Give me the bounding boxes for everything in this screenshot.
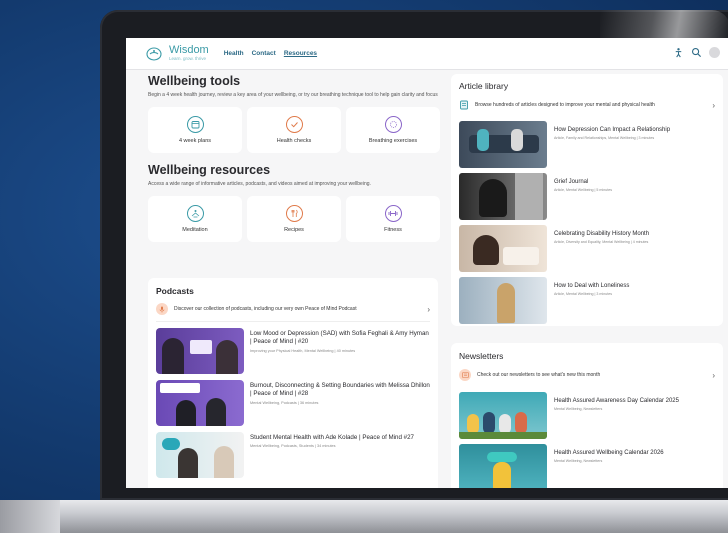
fitness-icon xyxy=(384,204,402,222)
article-library-intro-row[interactable]: Browse hundreds of articles designed to … xyxy=(459,100,715,116)
laptop-base xyxy=(0,500,728,533)
check-icon xyxy=(285,115,303,133)
logo-name: Wisdom xyxy=(169,44,209,57)
nav-resources[interactable]: Resources xyxy=(284,50,317,57)
newsletters-panel: Newsletters Check out our newsletters to… xyxy=(451,343,723,488)
newsletters-title: Newsletters xyxy=(459,351,504,361)
tile-label: 4 week plans xyxy=(178,137,212,144)
podcasts-intro-row[interactable]: Discover our collection of podcasts, inc… xyxy=(156,303,430,322)
tile-health-checks[interactable]: Health checks xyxy=(247,106,341,153)
podcast-item[interactable]: Low Mood or Depression (SAD) with Sofia … xyxy=(156,328,430,374)
meditation-icon xyxy=(186,204,204,222)
article-title: Celebrating Disability History Month xyxy=(554,231,650,237)
podcast-title: Student Mental Health with Ade Kolade | … xyxy=(250,434,414,441)
article-meta: Article, Mental Wellbeing | 5 minutes xyxy=(554,188,612,192)
tile-label: Recipes xyxy=(284,226,304,233)
article-thumbnail xyxy=(459,225,547,272)
newsletter-item[interactable]: Health Assured Awareness Day Calendar 20… xyxy=(459,392,715,439)
podcast-meta: Mental Wellbeing, Podcasts, Students | 3… xyxy=(250,444,336,449)
main-nav: Health Contact Resources xyxy=(224,50,317,57)
accessibility-icon[interactable] xyxy=(673,47,684,58)
chevron-right-icon[interactable]: › xyxy=(427,305,430,314)
wellbeing-resources-title: Wellbeing resources xyxy=(148,162,271,177)
article-library-panel: Article library Browse hundreds of artic… xyxy=(451,74,723,326)
wellbeing-tools-description: Begin a 4 week health journey, review a … xyxy=(148,92,438,98)
nav-health[interactable]: Health xyxy=(224,50,244,57)
newsletters-intro-row[interactable]: Check out our newsletters to see what's … xyxy=(459,369,715,387)
podcasts-intro: Discover our collection of podcasts, inc… xyxy=(174,306,357,312)
article-item[interactable]: How Depression Can Impact a Relationship… xyxy=(459,121,715,168)
article-thumbnail xyxy=(459,277,547,324)
top-bar: Wisdom Learn. grow. thrive Health Contac… xyxy=(126,38,728,70)
nav-contact[interactable]: Contact xyxy=(252,50,276,57)
article-item[interactable]: How to Deal with Loneliness Article, Men… xyxy=(459,277,715,324)
podcast-thumbnail xyxy=(156,432,244,478)
article-library-intro: Browse hundreds of articles designed to … xyxy=(475,102,655,108)
top-icons xyxy=(673,47,720,58)
screen-glare xyxy=(600,10,728,40)
article-meta: Article, Mental Wellbeing | 3 minutes xyxy=(554,292,612,296)
newsletter-title: Health Assured Wellbeing Calendar 2026 xyxy=(554,450,664,456)
article-meta: Article, Diversity and Equality, Mental … xyxy=(554,240,649,244)
podcasts-panel: Podcasts Discover our collection of podc… xyxy=(148,278,438,488)
article-library-title: Article library xyxy=(459,81,509,91)
wellbeing-resources-description: Access a wide range of informative artic… xyxy=(148,180,371,187)
podcast-item[interactable]: Burnout, Disconnecting & Setting Boundar… xyxy=(156,380,430,426)
podcast-meta: Improving your Physical Health, Mental W… xyxy=(250,348,356,353)
tile-meditation[interactable]: Meditation xyxy=(148,195,242,242)
tile-fitness[interactable]: Fitness xyxy=(346,195,440,242)
recipes-icon xyxy=(285,204,303,222)
wellbeing-tools-title: Wellbeing tools xyxy=(148,74,241,88)
newsletter-meta: Mental Wellbeing, Newsletters xyxy=(554,459,603,463)
podcast-thumbnail xyxy=(156,380,244,426)
wisdom-logo-icon xyxy=(146,46,162,61)
newsletter-icon xyxy=(459,369,471,381)
podcast-title: Burnout, Disconnecting & Setting Boundar… xyxy=(250,382,430,398)
logo-tagline: Learn. grow. thrive xyxy=(169,56,207,62)
app-screen: Wisdom Learn. grow. thrive Health Contac… xyxy=(126,38,728,488)
newsletters-intro: Check out our newsletters to see what's … xyxy=(477,372,601,378)
article-title: How to Deal with Loneliness xyxy=(554,283,630,289)
calendar-icon xyxy=(186,115,204,133)
podcast-icon xyxy=(156,303,168,315)
podcast-meta: Mental Wellbeing, Podcasts | 36 minutes xyxy=(250,400,319,405)
left-column: Wellbeing tools Begin a 4 week health jo… xyxy=(148,74,448,242)
tile-breathing-exercises[interactable]: Breathing exercises xyxy=(346,106,440,153)
tile-label: Health checks xyxy=(276,137,312,144)
article-item[interactable]: Grief Journal Article, Mental Wellbeing … xyxy=(459,173,715,220)
article-thumbnail xyxy=(459,173,547,220)
avatar[interactable] xyxy=(709,47,720,58)
chevron-right-icon[interactable]: › xyxy=(712,371,715,380)
newsletter-title: Health Assured Awareness Day Calendar 20… xyxy=(554,398,679,404)
laptop-base-edge xyxy=(0,500,60,533)
book-icon xyxy=(460,100,468,110)
search-icon[interactable] xyxy=(691,47,702,58)
tile-label: Meditation xyxy=(182,226,208,233)
article-meta: Article, Family and Relationships, Menta… xyxy=(554,136,655,140)
tile-4-week-plans[interactable]: 4 week plans xyxy=(148,106,242,153)
newsletter-thumbnail xyxy=(459,444,547,488)
resources-tiles: Meditation Recipes Fitness xyxy=(148,195,448,242)
newsletter-item[interactable]: Health Assured Wellbeing Calendar 2026 M… xyxy=(459,444,715,488)
article-title: How Depression Can Impact a Relationship xyxy=(554,127,671,133)
article-item[interactable]: Celebrating Disability History Month Art… xyxy=(459,225,715,272)
tile-label: Breathing exercises xyxy=(368,137,418,144)
article-thumbnail xyxy=(459,121,547,168)
tile-recipes[interactable]: Recipes xyxy=(247,195,341,242)
newsletter-thumbnail xyxy=(459,392,547,439)
logo[interactable]: Wisdom Learn. grow. thrive xyxy=(144,45,209,62)
podcasts-title: Podcasts xyxy=(156,286,194,296)
chevron-right-icon[interactable]: › xyxy=(712,101,715,110)
tile-label: Fitness xyxy=(384,226,402,233)
podcast-title: Low Mood or Depression (SAD) with Sofia … xyxy=(250,330,429,346)
breath-icon xyxy=(384,115,402,133)
article-title: Grief Journal xyxy=(554,179,589,185)
newsletter-meta: Mental Wellbeing, Newsletters xyxy=(554,407,603,411)
podcast-thumbnail xyxy=(156,328,244,374)
tools-tiles: 4 week plans Health checks Breathing exe… xyxy=(148,106,448,153)
podcast-item[interactable]: Student Mental Health with Ade Kolade | … xyxy=(156,432,430,478)
